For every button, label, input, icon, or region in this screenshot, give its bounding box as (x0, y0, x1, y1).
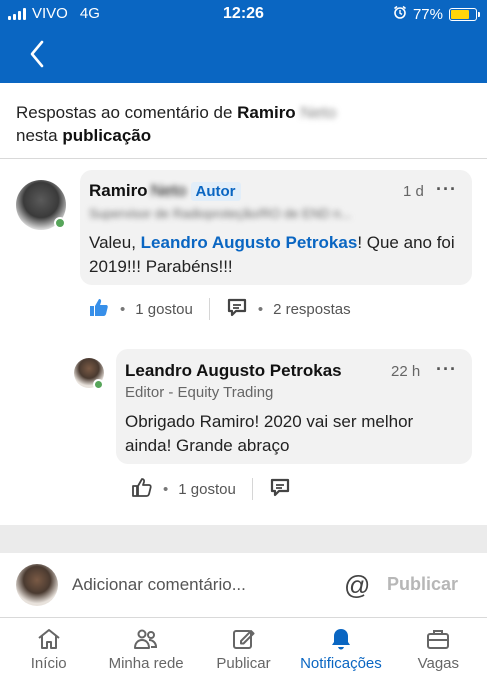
reply-button[interactable] (226, 296, 248, 322)
comment-mention[interactable]: Leandro Augusto Petrokas (141, 233, 358, 252)
context-author-surname: Neto (300, 103, 337, 122)
context-prefix: Respostas ao comentário de (16, 103, 238, 122)
reply-more-button[interactable]: ··· (436, 359, 457, 380)
post-icon (232, 630, 255, 649)
battery-icon (449, 7, 480, 21)
divider (251, 478, 253, 500)
context-middle: nesta (16, 126, 63, 145)
like-button[interactable] (88, 296, 110, 322)
my-avatar (16, 564, 58, 606)
alarm-icon (393, 5, 407, 23)
separator-dot: • (257, 300, 264, 318)
thumbs-up-filled-icon (90, 299, 108, 316)
comment-bubble: Ramiro Neto Autor 1 d ··· Supervisor de Ra… (80, 170, 472, 285)
author-badge: Autor (190, 182, 241, 201)
comment-likes[interactable]: 1 gostou (135, 301, 193, 318)
thumbs-up-outline-icon (132, 478, 152, 497)
tab-home-label: Início (30, 655, 67, 672)
section-divider (0, 525, 487, 553)
reply-author[interactable]: Leandro Augusto Petrokas (125, 361, 342, 381)
reply-actions: • 1 gostou (131, 476, 291, 502)
briefcase-icon (427, 630, 450, 649)
comment-text-start: Valeu, (89, 233, 141, 252)
comment-author[interactable]: Ramiro (89, 181, 148, 200)
reply-reply-button[interactable] (269, 476, 291, 502)
status-bar: VIVO 4G 12:26 77% (0, 0, 487, 28)
tab-notifications-label: Notificações (300, 655, 382, 672)
reply-like-button[interactable] (131, 476, 153, 502)
reply-bubble: Leandro Augusto Petrokas 22 h ··· Editor… (116, 349, 472, 464)
battery-percent: 77% (412, 5, 443, 23)
context-post-link[interactable]: publicação (62, 126, 151, 145)
bell-icon (331, 629, 350, 650)
back-button[interactable] (26, 38, 50, 70)
chevron-left-icon (30, 40, 44, 68)
comment-input[interactable] (72, 571, 312, 599)
tab-post-label: Publicar (216, 655, 271, 672)
reply-text: Obrigado Ramiro! 2020 vai ser melhor ain… (125, 412, 414, 455)
tab-network[interactable]: Minha rede (97, 619, 194, 675)
presence-indicator (93, 379, 104, 390)
top-bar: VIVO 4G 12:26 77% (0, 0, 487, 83)
comment-replies[interactable]: 2 respostas (273, 301, 351, 318)
reply-time: 22 h (391, 363, 421, 380)
tab-jobs-label: Vagas (417, 655, 460, 672)
tab-network-label: Minha rede (108, 655, 184, 672)
tab-jobs[interactable]: Vagas (390, 619, 487, 675)
comment-text: Valeu, Leandro Augusto Petrokas! Que ano… (89, 231, 459, 279)
reply-icon (270, 478, 289, 497)
mention-button[interactable]: @ (344, 570, 370, 601)
reply-headline: Editor - Equity Trading (125, 384, 274, 401)
home-icon (38, 629, 60, 649)
separator-dot: • (120, 300, 126, 318)
context-author[interactable]: Ramiro (237, 103, 296, 122)
tab-post[interactable]: Publicar (195, 619, 292, 675)
comment-author-surname: Neto (150, 181, 187, 200)
comment-time: 1 d (403, 183, 424, 200)
network-icon (134, 629, 158, 649)
tab-notifications[interactable]: Notificações (292, 619, 389, 675)
comment-more-button[interactable]: ··· (436, 179, 457, 200)
presence-indicator (54, 217, 66, 229)
comment-headline: Supervisor de Radioproteção/RO de END n.… (89, 206, 352, 221)
reply-likes[interactable]: 1 gostou (178, 481, 236, 498)
divider (208, 298, 210, 320)
context-banner: Respostas ao comentário de Ramiro Neto n… (0, 83, 487, 159)
reply-icon (227, 298, 246, 317)
tab-home[interactable]: Início (0, 619, 97, 675)
comment-composer: @ Publicar (0, 553, 487, 618)
publish-button[interactable]: Publicar (387, 574, 458, 595)
bottom-nav: Início Minha rede Publicar Notificações … (0, 619, 487, 675)
comment-actions: • 1 gostou • 2 respostas (88, 296, 351, 322)
separator-dot: • (163, 480, 169, 498)
